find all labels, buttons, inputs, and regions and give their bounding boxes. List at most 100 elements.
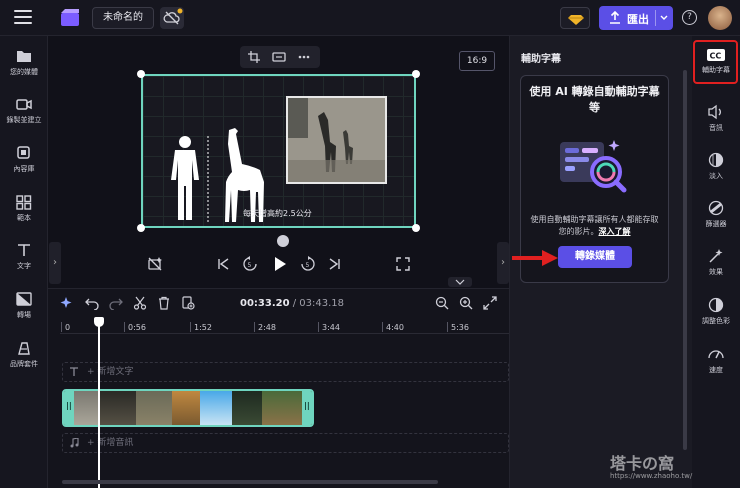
height-ruler [207, 136, 209, 222]
tool-adjust-color[interactable]: 調整色彩 [692, 297, 740, 326]
project-title[interactable]: 未命名的 [92, 7, 154, 29]
tool-label: 淡入 [709, 172, 723, 180]
resize-handle-top-left[interactable] [137, 70, 145, 78]
aspect-ratio-button[interactable]: 16:9 [459, 51, 495, 71]
clip-trim-end[interactable] [302, 391, 312, 425]
sidebar-item-content-library[interactable]: 內容庫 [0, 145, 48, 174]
speaker-icon [708, 104, 721, 120]
giraffe-photo[interactable] [286, 96, 387, 184]
sidebar-item-label: 範本 [17, 214, 31, 222]
redo-icon[interactable] [109, 296, 123, 310]
ruler-tick: 0:56 [124, 322, 146, 332]
playhead-handle[interactable] [94, 317, 104, 327]
tool-speed[interactable]: 速度 [692, 346, 740, 375]
add-text-label: + 新增文字 [87, 367, 134, 377]
tool-label: 音訊 [709, 124, 723, 132]
svg-text:5: 5 [248, 262, 252, 269]
current-time: 00:33.20 [240, 298, 290, 309]
skip-back-icon[interactable] [216, 257, 230, 271]
sidebar-item-label: 轉場 [17, 311, 31, 319]
menu-icon[interactable] [14, 10, 32, 26]
clip-thumbnail [136, 391, 172, 425]
undo-icon[interactable] [85, 296, 99, 310]
premium-button[interactable] [560, 7, 590, 29]
time-separator: / [289, 298, 300, 309]
timecode: 00:33.20 / 03:43.18 [240, 298, 344, 309]
clip-trim-start[interactable] [64, 391, 74, 425]
giraffe-photo-content [288, 98, 385, 182]
canvas-toolbar [240, 46, 320, 68]
tool-label: 效果 [709, 268, 723, 276]
sidebar-item-text[interactable]: 文字 [0, 242, 48, 271]
fit-icon[interactable] [272, 51, 286, 63]
sidebar-item-transitions[interactable]: 轉場 [0, 291, 48, 320]
skip-forward-icon[interactable] [328, 257, 342, 271]
tool-audio[interactable]: 音訊 [692, 104, 740, 133]
magic-sparkle-icon[interactable] [60, 296, 74, 310]
watermark-url: https://www.zhaoho.tw/ [610, 472, 693, 480]
add-text-track[interactable]: + 新增文字 [62, 362, 509, 382]
zoom-out-icon[interactable] [435, 296, 449, 310]
chevron-down-icon[interactable] [448, 277, 472, 287]
export-button[interactable]: 匯出 [599, 6, 673, 30]
tool-fade[interactable]: 淡入 [692, 152, 740, 181]
cloud-off-icon [163, 8, 183, 25]
fullscreen-icon[interactable] [396, 257, 410, 271]
forward-5-icon[interactable]: 5 [300, 256, 316, 272]
clip-thumbnail [172, 391, 200, 425]
video-camera-icon [16, 99, 32, 110]
cloud-sync-button[interactable] [160, 7, 184, 29]
tool-effects[interactable]: 效果 [692, 248, 740, 277]
left-panel-toggle[interactable]: › [49, 242, 61, 284]
more-icon[interactable] [298, 55, 310, 59]
timeline-scrollbar[interactable] [62, 480, 438, 484]
add-audio-track[interactable]: + 新增音訊 [62, 433, 509, 453]
transcribe-media-button[interactable]: 轉錄媒體 [558, 246, 632, 268]
sidebar-item-brand-kit[interactable]: 品牌套件 [0, 340, 48, 369]
scissors-icon[interactable] [133, 296, 147, 310]
adjust-color-icon [708, 297, 724, 313]
tool-captions[interactable]: CC 輔助字幕 [692, 48, 740, 75]
fit-timeline-icon[interactable] [483, 296, 497, 310]
resize-handle-top-right[interactable] [412, 70, 420, 78]
text-icon [18, 244, 30, 256]
remove-background-icon[interactable] [147, 256, 163, 272]
folder-icon [17, 51, 31, 62]
upload-icon [610, 11, 620, 24]
panel-title: 輔助字幕 [521, 54, 561, 65]
playhead[interactable] [98, 317, 100, 488]
app-logo [60, 9, 80, 27]
ruler-tick: 4:40 [382, 322, 404, 332]
resize-handle-bottom-right[interactable] [412, 224, 420, 232]
trash-icon[interactable] [157, 296, 171, 310]
caption-text[interactable]: 每天增高約2.5公分 [243, 208, 312, 219]
ruler-tick: 1:52 [190, 322, 212, 332]
zoom-in-icon[interactable] [459, 296, 473, 310]
sidebar-item-media[interactable]: 您的媒體 [0, 48, 48, 77]
add-media-icon[interactable] [181, 296, 195, 310]
music-note-icon [70, 438, 79, 448]
sidebar-item-label: 內容庫 [13, 165, 35, 173]
rewind-5-icon[interactable]: 5 [242, 256, 258, 272]
play-icon[interactable] [272, 256, 288, 272]
crop-icon[interactable] [248, 51, 260, 63]
right-panel-toggle[interactable]: › [497, 242, 509, 284]
learn-more-link[interactable]: 深入了解 [599, 227, 631, 236]
panel-scrollbar[interactable] [683, 70, 687, 450]
transition-icon [16, 292, 32, 306]
help-icon[interactable]: ? [682, 10, 697, 25]
templates-icon [16, 195, 32, 210]
resize-handle-bottom-left[interactable] [137, 224, 145, 232]
ruler-tick: 5:36 [447, 322, 469, 332]
video-canvas[interactable]: 每天增高約2.5公分 [141, 74, 416, 228]
sidebar-item-templates[interactable]: 範本 [0, 194, 48, 223]
tool-filters[interactable]: 篩選器 [692, 200, 740, 229]
add-audio-label: + 新增音訊 [87, 438, 134, 448]
sidebar-item-record[interactable]: 錄製並建立 [0, 96, 48, 125]
avatar[interactable] [708, 6, 732, 30]
rotate-handle[interactable] [277, 235, 289, 247]
effects-icon [709, 249, 723, 263]
svg-text:CC: CC [710, 52, 722, 61]
ai-transcribe-illustration [560, 140, 627, 193]
total-time: 03:43.18 [299, 298, 345, 309]
